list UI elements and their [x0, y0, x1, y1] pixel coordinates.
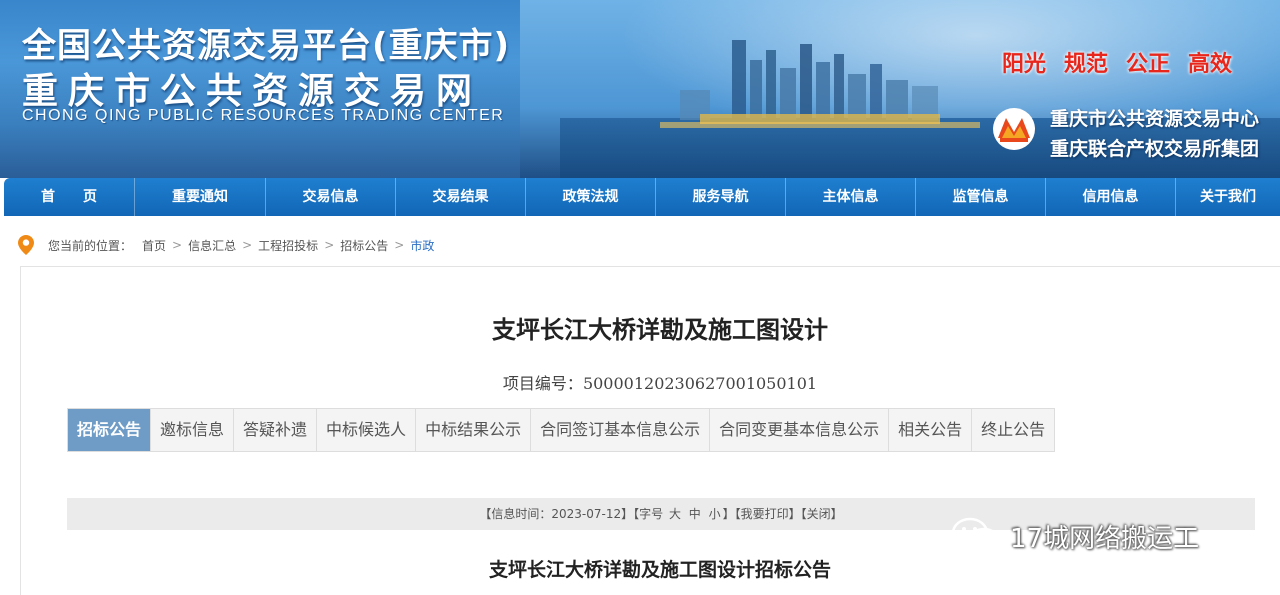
breadcrumb-link[interactable]: 信息汇总	[188, 237, 236, 254]
announcement-tabs: 招标公告 邀标信息 答疑补遗 中标候选人 中标结果公示 合同签订基本信息公示 合…	[67, 408, 1056, 452]
info-time-label: 【信息时间：	[479, 507, 552, 521]
main-nav: 首 页 重要通知 交易信息 交易结果 政策法规 服务导航 主体信息 监管信息 信…	[4, 178, 1280, 216]
breadcrumb-current[interactable]: 市政	[410, 237, 434, 254]
breadcrumb-separator: >	[324, 238, 335, 252]
wechat-icon	[951, 517, 1000, 553]
tab-winning-candidates[interactable]: 中标候选人	[317, 409, 417, 451]
font-size-label: 】【字号	[621, 507, 664, 521]
tab-award-result[interactable]: 中标结果公示	[416, 409, 532, 451]
slogan-item: 规范	[1064, 52, 1109, 77]
breadcrumb-separator: >	[172, 238, 183, 252]
notice-title: 支坪长江大桥详勘及施工图设计招标公告	[488, 559, 831, 581]
nav-item-policies[interactable]: 政策法规	[526, 178, 656, 216]
breadcrumb: 您当前的位置： 首页 > 信息汇总 > 工程招投标 > 招标公告 > 市政	[18, 232, 434, 258]
page-title: 支坪长江大桥详勘及施工图设计	[492, 315, 828, 344]
project-number-value: 500001202306270010501​01	[582, 374, 818, 393]
breadcrumb-separator: >	[394, 238, 405, 252]
breadcrumb-link[interactable]: 首页	[142, 237, 166, 254]
project-number-label: 项目编号：	[502, 374, 583, 393]
org-name-2: 重庆联合产权交易所集团	[1050, 138, 1260, 160]
info-time-value: 2023-07-12	[551, 507, 622, 521]
location-pin-icon	[18, 235, 34, 255]
nav-item-home[interactable]: 首 页	[4, 178, 135, 216]
tab-qa-supplement[interactable]: 答疑补遗	[234, 409, 318, 451]
close-button[interactable]: 【关闭】	[801, 507, 843, 521]
breadcrumb-link[interactable]: 招标公告	[340, 237, 388, 254]
nav-item-trade-info[interactable]: 交易信息	[266, 178, 396, 216]
breadcrumb-separator: >	[242, 238, 253, 252]
watermark: 17城网络搬运工	[950, 516, 1199, 556]
tab-contract-change[interactable]: 合同变更基本信息公示	[710, 409, 890, 451]
slogan-item: 阳光	[1002, 52, 1047, 77]
tab-bid-notice[interactable]: 招标公告	[68, 409, 152, 451]
header-banner: 全国公共资源交易平台(重庆市) 重庆市公共资源交易网 CHONG QING PU…	[0, 0, 1280, 178]
nav-item-supervision[interactable]: 监管信息	[916, 178, 1046, 216]
nav-item-entity-info[interactable]: 主体信息	[786, 178, 916, 216]
breadcrumb-prefix: 您当前的位置：	[48, 238, 133, 253]
tab-invitation-info[interactable]: 邀标信息	[151, 409, 235, 451]
org-name-1: 重庆市公共资源交易中心	[1050, 108, 1260, 130]
tab-contract-signing[interactable]: 合同签订基本信息公示	[531, 409, 711, 451]
project-number: 项目编号：500001202306270010501​01	[0, 370, 1280, 394]
nav-item-notices[interactable]: 重要通知	[135, 178, 266, 216]
font-medium-button[interactable]: 中	[689, 507, 701, 521]
slogans: 阳光 规范 公正 高效	[1002, 46, 1232, 78]
print-button[interactable]: 】【我要打印】	[723, 507, 801, 521]
nav-item-about[interactable]: 关于我们	[1176, 178, 1280, 216]
breadcrumb-link[interactable]: 工程招投标	[258, 237, 318, 254]
nav-item-service-guide[interactable]: 服务导航	[656, 178, 786, 216]
font-small-button[interactable]: 小	[709, 507, 721, 521]
nav-item-credit[interactable]: 信用信息	[1046, 178, 1176, 216]
site-title-line1: 全国公共资源交易平台(重庆市)	[22, 26, 511, 66]
font-large-button[interactable]: 大	[669, 507, 681, 521]
slogan-item: 高效	[1188, 52, 1233, 77]
site-title-english: CHONG QING PUBLIC RESOURCES TRADING CENT…	[22, 107, 505, 124]
slogan-item: 公正	[1126, 52, 1171, 77]
city-skyline-image	[660, 40, 980, 128]
nav-item-trade-results[interactable]: 交易结果	[396, 178, 526, 216]
watermark-text: 17城网络搬运工	[1010, 523, 1200, 554]
tab-termination[interactable]: 终止公告	[972, 409, 1055, 451]
org-logo-icon	[993, 108, 1035, 150]
tab-related-notices[interactable]: 相关公告	[889, 409, 973, 451]
